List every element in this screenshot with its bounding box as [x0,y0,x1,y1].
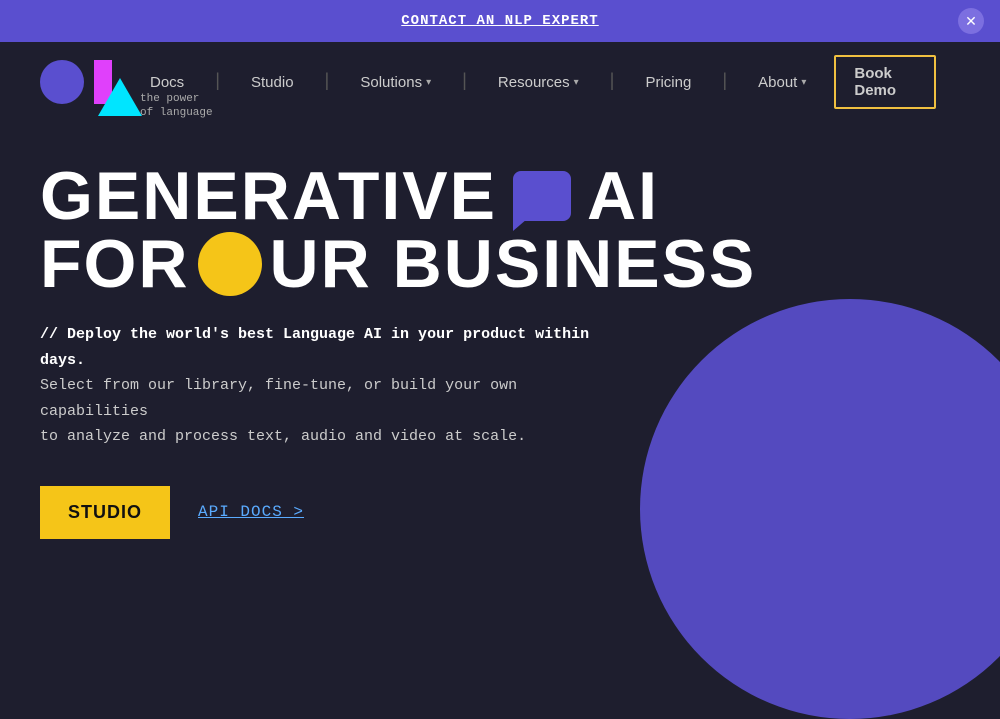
chevron-down-icon-3: ▾ [801,77,806,88]
nav-separator-3: | [459,72,470,92]
hero-title-generative: GENERATIVE [40,162,497,230]
hero-title-for: FOR [40,230,190,298]
chevron-down-icon-2: ▾ [574,77,579,88]
yellow-circle-o [198,232,262,296]
hero-section: GENERATIVE AI FOR UR BUSINESS // Deploy … [0,122,1000,539]
top-banner: CONTACT AN NLP EXPERT ✕ [0,0,1000,42]
nav-solutions[interactable]: Solutions ▾ [360,74,431,91]
main-content: GENERATIVE AI FOR UR BUSINESS // Deploy … [0,122,1000,539]
logo-triangle [98,78,142,116]
nav-about[interactable]: About ▾ [758,74,806,91]
chevron-down-icon: ▾ [426,77,431,88]
nav-pricing[interactable]: Pricing [645,74,691,91]
nav-studio[interactable]: Studio [251,74,294,91]
chat-bubble-icon [513,171,571,221]
nav-separator-2: | [322,72,333,92]
nav-docs[interactable]: Docs [150,74,184,91]
logo-tagline: the powerof language [140,92,213,121]
hero-title-line2: FOR UR BUSINESS [40,230,960,298]
nav-separator-4: | [607,72,618,92]
nav-about-label: About [758,74,797,91]
banner-close-button[interactable]: ✕ [958,8,984,34]
hero-body-text: Select from our library, fine-tune, or b… [40,377,526,445]
hero-title-business: UR BUSINESS [270,230,757,298]
hero-title-line1: GENERATIVE AI [40,162,960,230]
nav-solutions-label: Solutions [360,74,422,91]
nav-links: Docs | Studio | Solutions ▾ | Resources … [150,55,936,109]
hero-subtitle-highlight: // Deploy the world's best Language AI i… [40,326,589,369]
nav-separator-5: | [719,72,730,92]
logo-circle [40,60,84,104]
nav-resources-label: Resources [498,74,570,91]
hero-buttons: STUDIO API DOCS > [40,486,960,539]
api-docs-link[interactable]: API DOCS > [198,503,304,521]
navbar: the powerof language Docs | Studio | Sol… [0,42,1000,122]
book-demo-button[interactable]: Book Demo [834,55,936,109]
logo[interactable]: the powerof language [40,42,150,122]
nav-separator-1: | [212,72,223,92]
logo-shapes: the powerof language [40,42,150,122]
hero-subtitle: // Deploy the world's best Language AI i… [40,322,600,450]
hero-title-ai: AI [587,162,659,230]
nav-resources[interactable]: Resources ▾ [498,74,579,91]
hero-title: GENERATIVE AI FOR UR BUSINESS [40,162,960,298]
banner-cta-link[interactable]: CONTACT AN NLP EXPERT [401,13,598,29]
studio-button[interactable]: STUDIO [40,486,170,539]
